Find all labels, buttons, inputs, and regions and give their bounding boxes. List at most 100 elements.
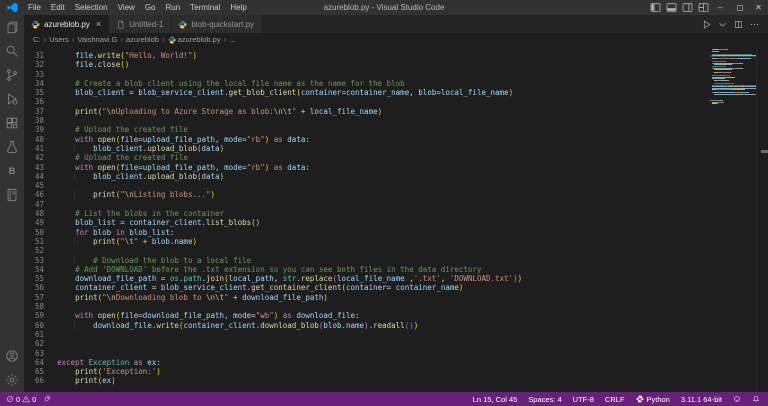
menu-bar: File Edit Selection View Go Run Terminal Help [23,0,252,15]
status-eol[interactable]: CRLF [605,395,625,404]
breadcrumb-segment-azureblob-py[interactable]: azureblob.py [168,35,221,44]
line-number: 44 [34,171,44,181]
line-number: 47 [34,199,44,209]
tab-azureblob-py[interactable]: azureblob.py × [24,15,110,33]
tab-close-icon[interactable]: × [96,19,101,29]
run-python-file-button[interactable] [702,20,711,29]
breadcrumb-segment-azureblob[interactable]: azureblob [126,35,159,44]
breadcrumb-label: azureblob [126,35,159,44]
line-number: 55 [34,274,44,284]
menu-terminal[interactable]: Terminal [185,0,225,15]
status-label: UTF-8 [572,394,594,404]
feedback-icon [733,395,741,403]
code-line: 39 # Upload the created file [24,125,710,134]
code-editor[interactable]: 31 file.write("Hello, World!") 32 file.cl… [24,46,710,392]
line-number: 40 [34,134,44,144]
status-cursor-position[interactable]: Ln 15, Col 45 [473,395,518,404]
status-language-mode[interactable]: Python [636,395,670,404]
manage-icon[interactable] [0,368,24,392]
code-text: # List the blobs in the container [75,209,225,219]
run-and-debug-icon[interactable] [0,87,24,111]
python-icon [178,20,187,29]
code-line: 56 container_client = blob_service_clien… [24,283,710,292]
run-dropdown-button[interactable] [718,20,727,29]
breadcrumb-segment-[interactable]: ... [229,35,235,44]
code-text: except Exception as ex: [57,357,161,367]
source-control-icon[interactable] [0,63,24,87]
testing-icon[interactable] [0,135,24,159]
menu-file[interactable]: File [23,0,46,15]
close-button[interactable]: ✕ [749,0,768,15]
menu-go[interactable]: Go [140,0,161,15]
code-line: 32 file.close() [24,60,710,69]
extensions-icon[interactable] [0,111,24,135]
minimize-button[interactable]: – [711,0,730,15]
code-line: 60 download_file.write(container_client.… [24,320,710,330]
editor-scrollbar[interactable] [756,46,768,392]
errors-count: 0 [16,394,21,404]
customize-layout-icon[interactable] [695,0,711,15]
toggle-primary-sidebar-icon[interactable] [647,0,663,15]
minimap[interactable] [710,46,756,392]
search-icon[interactable] [0,39,24,63]
code-text: # Upload the created file [75,153,188,163]
code-line: 50 for blob in blob_list: [24,228,710,237]
accounts-icon[interactable] [0,344,24,368]
code-text: print(ex) [75,376,116,386]
toggle-panel-icon[interactable] [663,0,679,15]
status-indentation[interactable]: Spaces: 4 [528,395,561,404]
code-text: container_client = blob_service_client.g… [75,283,464,293]
line-number: 52 [34,246,44,256]
code-line: 49 blob_list = container_client.list_blo… [24,218,710,227]
menu-selection[interactable]: Selection [70,0,113,15]
maximize-button[interactable] [730,0,749,15]
line-number: 58 [34,302,44,312]
breadcrumb: C: › Users › Vaishnavi.G › azureblob › azureblob… [24,33,768,46]
tab-label: blob-quickstart.py [191,19,255,29]
menu-help[interactable]: Help [225,0,251,15]
menu-edit[interactable]: Edit [46,0,70,15]
toggle-secondary-sidebar-icon[interactable] [679,0,695,15]
window-title: azureblob.py - Visual Studio Code [323,3,445,12]
python-mini-icon [636,395,644,403]
status-notifications[interactable] [752,395,760,403]
breadcrumb-segment-users[interactable]: Users [49,35,69,44]
more-actions-button[interactable]: ⋯ [750,19,760,30]
b-extension-icon[interactable]: B [0,159,24,183]
minimap-line [710,103,756,105]
problems-indicator[interactable]: 0 0 [6,395,36,404]
line-number: 65 [34,367,44,377]
tab-blob-quickstart-py[interactable]: blob-quickstart.py [171,15,263,33]
tab-label: azureblob.py [44,19,90,29]
split-editor-button[interactable] [734,20,743,29]
menu-run[interactable]: Run [160,0,185,15]
rocket-icon[interactable] [43,395,51,403]
code-line: 34 # Create a blob client using the loca… [24,79,710,88]
code-line: 64 except Exception as ex: [24,358,710,367]
line-number: 60 [34,320,44,330]
breadcrumb-label: Users [49,35,69,44]
activity-bar: B [0,15,24,392]
code-line: 55 download_file_path = os.path.join(loc… [24,274,710,283]
notebook-icon[interactable] [0,183,24,207]
status-left: 0 0 [6,395,51,404]
status-feedback[interactable] [733,395,741,403]
line-number: 53 [34,255,44,265]
code-text: print("\nDownloading blob to \n\t" + dow… [75,292,328,302]
line-number: 62 [34,339,44,349]
code-line: 33 [24,70,710,79]
line-number: 38 [34,116,44,126]
status-bar: 0 0 Ln 15, Col 45 Spaces: 4 UTF-8 CRLF Pytho… [0,392,768,406]
status-encoding[interactable]: UTF-8 [573,395,594,404]
tab-untitled-1[interactable]: Untitled-1 [109,15,172,33]
menu-view[interactable]: View [113,0,140,15]
explorer-icon[interactable] [0,15,24,39]
breadcrumb-segment-c[interactable]: C: [33,35,41,44]
status-interpreter[interactable]: 3.11.1 64-bit [681,395,722,404]
breadcrumb-segment-vaishnavi-g[interactable]: Vaishnavi.G [77,35,117,44]
code-text: # Upload the created file [75,125,188,135]
